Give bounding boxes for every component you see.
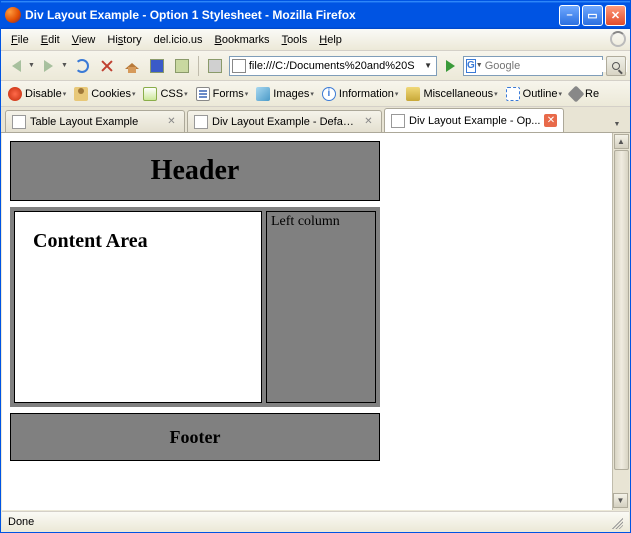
firefox-icon: [5, 7, 21, 23]
url-input[interactable]: [249, 58, 419, 74]
throbber-icon: [610, 31, 626, 47]
page-icon: [391, 114, 405, 128]
toolbar-separator: [198, 56, 199, 76]
dev-disable[interactable]: Disable▾: [5, 86, 69, 102]
scroll-down-button[interactable]: ▼: [613, 493, 628, 508]
tab-close-button[interactable]: ✕: [544, 114, 557, 127]
cookies-icon: [74, 87, 88, 101]
page-body: Header Content Area Left column Footer: [2, 133, 612, 510]
dev-resize[interactable]: Re: [567, 87, 602, 101]
tab-close-button[interactable]: ✕: [165, 115, 178, 128]
stop-icon: [100, 59, 114, 73]
tab-label: Table Layout Example: [30, 116, 161, 128]
tab-1[interactable]: Table Layout Example ✕: [5, 110, 185, 132]
miscellaneous-icon: [406, 87, 420, 101]
tab-label: Div Layout Example - Op...: [409, 115, 540, 127]
webdev-toolbar: Disable▾ Cookies▾ CSS▾ Forms▾ Images▾ iI…: [1, 81, 630, 107]
css-icon: [143, 87, 157, 101]
scroll-up-button[interactable]: ▲: [614, 134, 629, 149]
menu-help[interactable]: Help: [313, 32, 348, 48]
go-icon: [446, 60, 455, 72]
dev-forms[interactable]: Forms▾: [193, 86, 252, 102]
list-all-tabs-button[interactable]: ▼: [610, 116, 626, 132]
search-engine-dropdown-icon[interactable]: ▼: [476, 62, 483, 69]
tab-close-button[interactable]: ✕: [362, 115, 375, 128]
tab-3[interactable]: Div Layout Example - Op... ✕: [384, 108, 564, 132]
menu-history[interactable]: History: [101, 32, 147, 48]
forward-dropdown-icon[interactable]: ▼: [61, 62, 68, 69]
reload-icon: [75, 59, 89, 73]
stop-button[interactable]: [96, 55, 118, 77]
home-icon: [125, 59, 139, 73]
disable-icon: [8, 87, 22, 101]
extension-icon: [208, 59, 222, 73]
tab-bar: Table Layout Example ✕ Div Layout Exampl…: [1, 107, 630, 133]
tab-label: Div Layout Example - Defau...: [212, 116, 358, 128]
page-content-area: Content Area: [14, 211, 262, 403]
home-button[interactable]: [121, 55, 143, 77]
dev-images[interactable]: Images▾: [253, 86, 317, 102]
menu-delicious[interactable]: del.icio.us: [148, 32, 209, 48]
tab-2[interactable]: Div Layout Example - Defau... ✕: [187, 110, 382, 132]
scroll-thumb[interactable]: [614, 150, 629, 470]
dev-outline[interactable]: Outline▾: [503, 86, 565, 102]
page-header: Header: [10, 141, 380, 201]
dev-miscellaneous[interactable]: Miscellaneous▾: [403, 86, 500, 102]
search-box[interactable]: G ▼: [463, 56, 603, 76]
url-bar[interactable]: ▼: [229, 56, 437, 76]
extension-button[interactable]: [204, 55, 226, 77]
window-title: Div Layout Example - Option 1 Stylesheet…: [25, 8, 559, 22]
magnifier-icon: [612, 62, 620, 70]
go-button[interactable]: [440, 56, 460, 76]
vertical-scrollbar[interactable]: ▲ ▼: [612, 133, 629, 510]
tag-icon: [175, 59, 189, 73]
page-icon: [12, 115, 26, 129]
window-titlebar: Div Layout Example - Option 1 Stylesheet…: [1, 1, 630, 29]
dev-information[interactable]: iInformation▾: [319, 86, 402, 102]
tag-button[interactable]: [171, 55, 193, 77]
status-text: Done: [8, 516, 34, 528]
menu-view[interactable]: View: [66, 32, 102, 48]
back-dropdown-icon[interactable]: ▼: [28, 62, 35, 69]
forms-icon: [196, 87, 210, 101]
resize-grip[interactable]: [609, 515, 623, 529]
chevron-down-icon: ▼: [614, 121, 621, 128]
content-viewport: Header Content Area Left column Footer ▲…: [2, 133, 629, 510]
search-engine-icon[interactable]: G: [466, 59, 476, 73]
status-bar: Done: [2, 511, 629, 531]
navigation-toolbar: ▼ ▼ ▼ G ▼: [1, 51, 630, 81]
page-footer: Footer: [10, 413, 380, 461]
menu-edit[interactable]: Edit: [35, 32, 66, 48]
delicious-button[interactable]: [146, 55, 168, 77]
page-icon: [232, 59, 246, 73]
information-icon: i: [322, 87, 336, 101]
menu-tools[interactable]: Tools: [276, 32, 314, 48]
menu-file[interactable]: File: [5, 32, 35, 48]
close-button[interactable]: ✕: [605, 5, 626, 26]
dev-cookies[interactable]: Cookies▾: [71, 86, 138, 102]
back-button[interactable]: [5, 55, 27, 77]
resize-icon: [568, 85, 585, 102]
menu-bookmarks[interactable]: Bookmarks: [209, 32, 276, 48]
maximize-button[interactable]: ▭: [582, 5, 603, 26]
dev-css[interactable]: CSS▾: [140, 86, 190, 102]
reload-button[interactable]: [71, 55, 93, 77]
menu-bar: File Edit View History del.icio.us Bookm…: [1, 29, 630, 51]
page-icon: [194, 115, 208, 129]
outline-icon: [506, 87, 520, 101]
forward-button[interactable]: [38, 55, 60, 77]
images-icon: [256, 87, 270, 101]
minimize-button[interactable]: –: [559, 5, 580, 26]
delicious-icon: [150, 59, 164, 73]
search-go-button[interactable]: [606, 56, 626, 76]
page-left-column: Left column: [266, 211, 376, 403]
url-dropdown-icon[interactable]: ▼: [422, 61, 434, 70]
